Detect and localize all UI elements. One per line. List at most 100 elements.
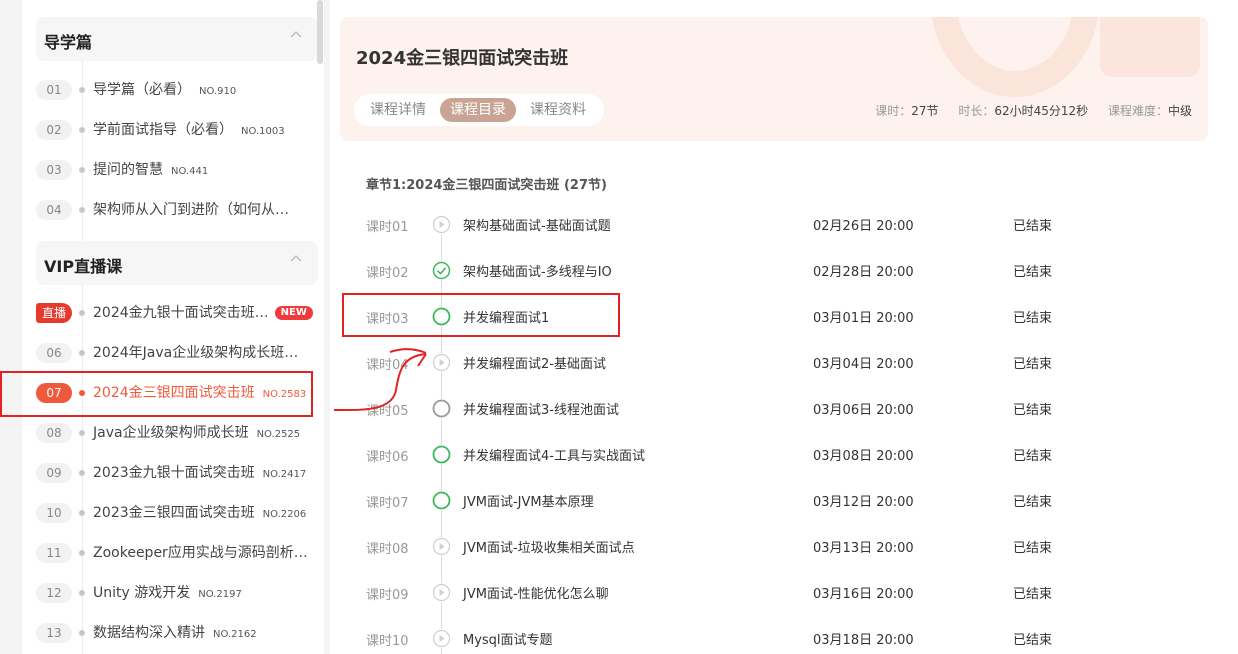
lesson-status: 已结束 bbox=[1013, 633, 1053, 648]
sidebar-item[interactable]: 01 导学篇（必看） NO.910 bbox=[36, 70, 326, 110]
check-circle-icon bbox=[432, 261, 451, 280]
chapter-title[interactable]: 章节1:2024金三银四面试突击班 (27节) bbox=[366, 174, 607, 193]
lesson-time: 03月06日 20:00 bbox=[813, 403, 914, 418]
lesson-status: 已结束 bbox=[1013, 541, 1053, 556]
item-number: 12 bbox=[36, 583, 72, 603]
sidebar-item[interactable]: 06 2024年Java企业级架构成长班… bbox=[36, 333, 326, 373]
sidebar-item-live[interactable]: 直播 2024金九银十面试突击班… NEW bbox=[36, 293, 326, 333]
header-decoration bbox=[930, 17, 1100, 97]
item-title: Java企业级架构师成长班 bbox=[93, 425, 249, 441]
lesson-status: 已结束 bbox=[1013, 449, 1053, 464]
item-number: 13 bbox=[36, 623, 72, 643]
tab-materials[interactable]: 课程资料 bbox=[520, 98, 596, 122]
lessons-label: 课时： bbox=[875, 104, 912, 118]
annotation-box-lesson bbox=[342, 293, 620, 337]
chevron-up-icon bbox=[290, 255, 302, 262]
item-dot bbox=[79, 350, 85, 356]
lesson-name: JVM面试-JVM基本原理 bbox=[463, 495, 594, 510]
lesson-row[interactable]: 课时08 JVM面试-垃圾收集相关面试点 03月13日 20:00 已结束 bbox=[330, 524, 1230, 570]
page: 导学篇 01 导学篇（必看） NO.910 02 学前面试指导（必看） NO.100… bbox=[0, 0, 1238, 654]
lesson-number: 课时07 bbox=[366, 496, 409, 511]
item-number: 03 bbox=[36, 160, 72, 180]
sidebar-item[interactable]: 02 学前面试指导（必看） NO.1003 bbox=[36, 110, 326, 150]
lesson-row[interactable]: 课时09 JVM面试-性能优化怎么聊 03月16日 20:00 已结束 bbox=[330, 570, 1230, 616]
sidebar-item[interactable]: 04 架构师从入门到进阶（如何从… bbox=[36, 190, 326, 230]
item-label: 2024年Java企业级架构成长班… bbox=[93, 343, 298, 363]
lesson-status: 已结束 bbox=[1013, 219, 1053, 234]
course-meta: 课时：27节 时长：62小时45分12秒 课程难度：中级 bbox=[875, 102, 1192, 119]
lesson-row[interactable]: 课时06 并发编程面试4-工具与实战面试 03月08日 20:00 已结束 bbox=[330, 432, 1230, 478]
lesson-number: 课时01 bbox=[366, 220, 409, 235]
item-label: 学前面试指导（必看） NO.1003 bbox=[93, 120, 285, 142]
annotation-arrow-icon bbox=[333, 348, 427, 412]
lesson-status: 已结束 bbox=[1013, 357, 1053, 372]
lesson-time: 02月28日 20:00 bbox=[813, 265, 914, 280]
item-title: 架构师从入门到进阶（如何从… bbox=[93, 202, 289, 218]
section-guide[interactable]: 导学篇 bbox=[36, 17, 318, 61]
section-vip[interactable]: VIP直播课 bbox=[36, 241, 318, 285]
item-no: NO.1003 bbox=[241, 126, 285, 137]
sidebar-item[interactable]: 10 2023金三银四面试突击班 NO.2206 bbox=[36, 493, 326, 533]
item-label: 2023金九银十面试突击班 NO.2417 bbox=[93, 463, 306, 485]
lesson-name: JVM面试-垃圾收集相关面试点 bbox=[463, 541, 635, 556]
lesson-row[interactable]: 课时10 Mysql面试专题 03月18日 20:00 已结束 bbox=[330, 616, 1230, 654]
sidebar-item[interactable]: 11 Zookeeper应用实战与源码剖析… bbox=[36, 533, 326, 573]
lesson-row[interactable]: 课时02 架构基础面试-多线程与IO 02月28日 20:00 已结束 bbox=[330, 248, 1230, 294]
item-number: 06 bbox=[36, 343, 72, 363]
green-circle-icon bbox=[432, 445, 451, 464]
item-dot bbox=[79, 87, 85, 93]
item-title: 数据结构深入精讲 bbox=[93, 625, 205, 641]
header-decoration bbox=[1100, 17, 1200, 77]
item-title: 导学篇（必看） bbox=[93, 82, 191, 98]
lesson-name: 并发编程面试3-线程池面试 bbox=[463, 403, 619, 418]
lesson-time: 02月26日 20:00 bbox=[813, 219, 914, 234]
lesson-status: 已结束 bbox=[1013, 495, 1053, 510]
item-no: NO.2525 bbox=[256, 429, 301, 440]
item-label: 架构师从入门到进阶（如何从… bbox=[93, 200, 297, 222]
sidebar-scrollbar[interactable] bbox=[317, 0, 323, 64]
item-title: Zookeeper应用实战与源码剖析… bbox=[93, 545, 308, 561]
tab-details[interactable]: 课程详情 bbox=[360, 98, 436, 122]
lesson-number: 课时09 bbox=[366, 588, 409, 603]
item-title: 2024年Java企业级架构成长班… bbox=[93, 345, 299, 361]
lesson-name: 并发编程面试2-基础面试 bbox=[463, 357, 606, 372]
item-label: Zookeeper应用实战与源码剖析… bbox=[93, 543, 308, 563]
lesson-number: 课时02 bbox=[366, 266, 409, 281]
sidebar-item[interactable]: 09 2023金九银十面试突击班 NO.2417 bbox=[36, 453, 326, 493]
new-badge: NEW bbox=[274, 306, 313, 320]
lesson-row[interactable]: 课时01 架构基础面试-基础面试题 02月26日 20:00 已结束 bbox=[330, 202, 1230, 248]
item-label: 提问的智慧 NO.441 bbox=[93, 160, 208, 182]
course-header: 2024金三银四面试突击班 课程详情 课程目录 课程资料 课时：27节 时长：6… bbox=[340, 17, 1208, 141]
lesson-status: 已结束 bbox=[1013, 311, 1053, 326]
item-number: 10 bbox=[36, 503, 72, 523]
item-dot bbox=[79, 630, 85, 636]
item-no: NO.2206 bbox=[262, 509, 307, 520]
chevron-up-icon bbox=[290, 31, 302, 38]
lesson-status: 已结束 bbox=[1013, 265, 1053, 280]
item-no: NO.910 bbox=[199, 86, 237, 97]
item-dot bbox=[79, 430, 85, 436]
item-label: 数据结构深入精讲 NO.2162 bbox=[93, 623, 257, 645]
lesson-number: 课时08 bbox=[366, 542, 409, 557]
item-dot bbox=[79, 510, 85, 516]
item-title: 提问的智慧 bbox=[93, 162, 163, 178]
item-label: 导学篇（必看） NO.910 bbox=[93, 80, 236, 102]
sidebar-item[interactable]: 03 提问的智慧 NO.441 bbox=[36, 150, 326, 190]
tab-catalog[interactable]: 课程目录 bbox=[440, 98, 516, 122]
item-title: 2023金九银十面试突击班 bbox=[93, 465, 255, 481]
play-icon bbox=[432, 537, 451, 556]
lesson-row[interactable]: 课时05 并发编程面试3-线程池面试 03月06日 20:00 已结束 bbox=[330, 386, 1230, 432]
play-icon bbox=[432, 215, 451, 234]
item-label: 2024金九银十面试突击班… NEW bbox=[93, 303, 313, 323]
sidebar-item[interactable]: 08 Java企业级架构师成长班 NO.2525 bbox=[36, 413, 326, 453]
lesson-row[interactable]: 课时04 并发编程面试2-基础面试 03月04日 20:00 已结束 bbox=[330, 340, 1230, 386]
item-label: 2023金三银四面试突击班 NO.2206 bbox=[93, 503, 306, 525]
lesson-row[interactable]: 课时07 JVM面试-JVM基本原理 03月12日 20:00 已结束 bbox=[330, 478, 1230, 524]
section-title: VIP直播课 bbox=[44, 257, 123, 276]
section-title: 导学篇 bbox=[44, 33, 93, 52]
item-number: 01 bbox=[36, 80, 72, 100]
item-dot bbox=[79, 550, 85, 556]
sidebar-item[interactable]: 12 Unity 游戏开发 NO.2197 bbox=[36, 573, 326, 613]
lesson-status: 已结束 bbox=[1013, 587, 1053, 602]
sidebar-item[interactable]: 13 数据结构深入精讲 NO.2162 bbox=[36, 613, 326, 653]
